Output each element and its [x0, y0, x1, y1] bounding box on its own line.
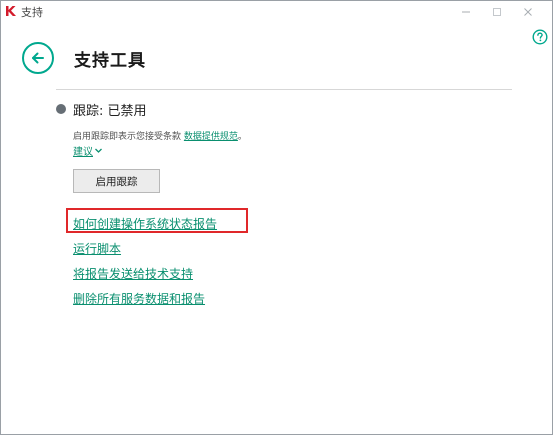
maximize-button[interactable] — [484, 2, 510, 22]
enable-tracing-button[interactable]: 启用跟踪 — [73, 169, 160, 193]
consent-suffix: 。 — [237, 132, 247, 142]
close-button[interactable] — [515, 2, 541, 22]
divider — [56, 89, 512, 90]
maximize-icon — [493, 8, 501, 16]
consent-text: 启用跟踪即表示您接受条款 数据提供规范。 — [73, 129, 247, 142]
title-bar: 支持 — [1, 1, 552, 23]
consent-prefix: 启用跟踪即表示您接受条款 — [73, 132, 182, 142]
minimize-button[interactable] — [453, 2, 479, 22]
support-window: 支持 支持工具 跟踪: 已禁用 启用跟踪即表示您接受条款 数据提供规范。 建议 … — [0, 0, 553, 435]
page-title: 支持工具 — [74, 51, 146, 71]
run-script-link[interactable]: 运行脚本 — [73, 240, 121, 257]
chevron-down-icon — [95, 148, 102, 153]
suggestion-link[interactable]: 建议 — [73, 143, 103, 158]
back-arrow-icon — [32, 52, 44, 64]
window-title: 支持 — [21, 6, 43, 19]
back-button[interactable] — [22, 42, 54, 74]
minimize-icon — [462, 11, 470, 13]
data-provision-link[interactable]: 数据提供规范 — [184, 132, 238, 142]
tracing-status: 跟踪: 已禁用 — [73, 104, 147, 119]
status-dot-icon — [56, 104, 66, 114]
delete-service-data-link[interactable]: 删除所有服务数据和报告 — [73, 290, 205, 307]
help-icon[interactable] — [532, 29, 548, 45]
close-icon — [524, 8, 532, 16]
send-report-link[interactable]: 将报告发送给技术支持 — [73, 265, 193, 282]
create-os-report-link[interactable]: 如何创建操作系统状态报告 — [73, 215, 217, 232]
suggestion-label: 建议 — [73, 147, 93, 158]
kaspersky-logo-icon — [6, 6, 16, 16]
